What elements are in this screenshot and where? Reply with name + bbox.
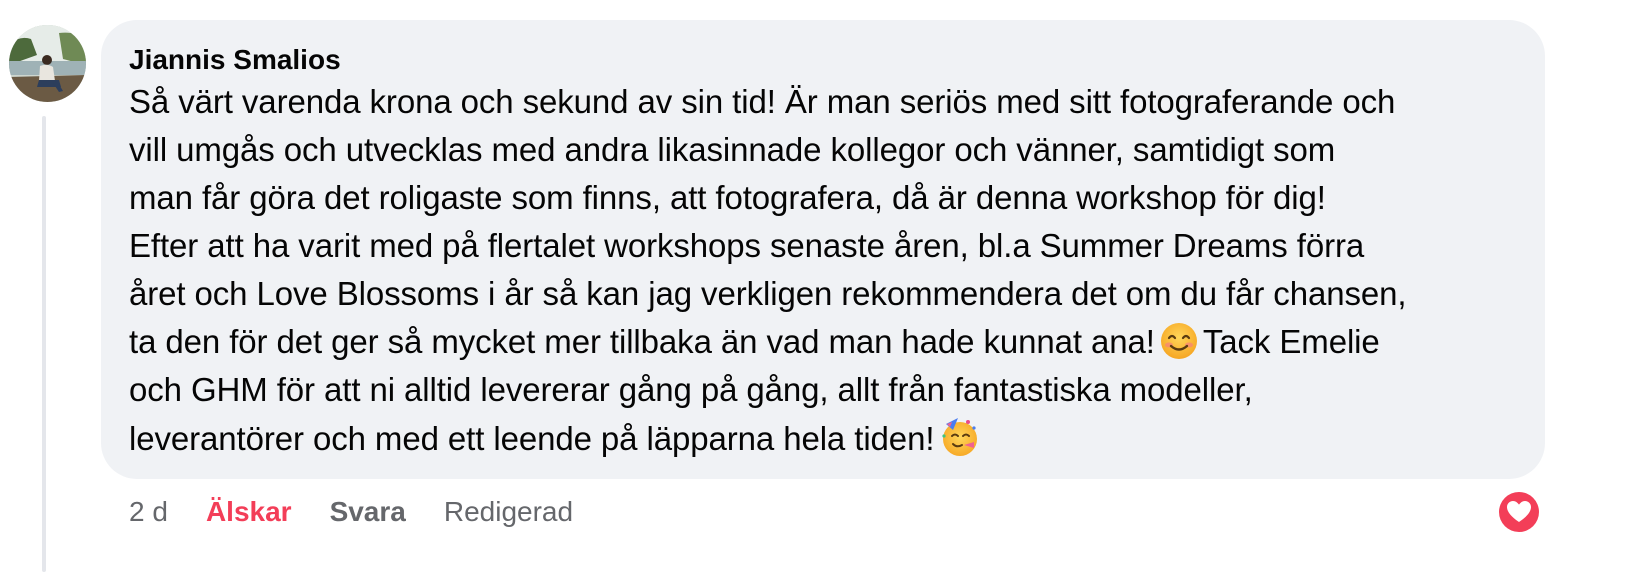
love-reaction-button[interactable]: Älskar [206,494,292,530]
comment-actions: 2 d Älskar Svara Redigerad [129,494,573,530]
comment-line: leverantörer och med ett leende på läppa… [129,414,1517,462]
comment-line: Efter att ha varit med på flertalet work… [129,227,1365,264]
thread-line [42,116,46,572]
comment-line: året och Love Blossoms i år så kan jag v… [129,275,1407,312]
comment-line-text: ta den för det ger så mycket mer tillbak… [129,323,1155,360]
avatar-image [9,25,86,102]
avatar[interactable] [9,25,86,102]
reply-button[interactable]: Svara [330,494,406,530]
comment-line: man får göra det roligaste som finns, at… [129,179,1326,216]
comment-timestamp[interactable]: 2 d [129,494,168,530]
reaction-summary[interactable] [1496,489,1542,535]
comment-bubble: Jiannis Smalios Så värt varenda krona oc… [101,20,1545,479]
partying-face-icon [938,414,982,471]
comment-line: Så värt varenda krona och sekund av sin … [129,83,1396,120]
comment-line: ta den för det ger så mycket mer tillbak… [129,318,1517,366]
comment-line-text: leverantörer och med ett leende på läppa… [129,420,935,457]
comment-author[interactable]: Jiannis Smalios [129,42,1517,78]
edited-label[interactable]: Redigerad [444,494,573,530]
comment-line-text: Tack Emelie [1202,323,1380,360]
comment-line: vill umgås och utvecklas med andra likas… [129,131,1336,168]
comment: Jiannis Smalios Så värt varenda krona oc… [0,0,1638,572]
comment-line: och GHM för att ni alltid levererar gång… [129,371,1253,408]
comment-body: Så värt varenda krona och sekund av sin … [129,78,1517,462]
heart-icon [1499,492,1539,532]
